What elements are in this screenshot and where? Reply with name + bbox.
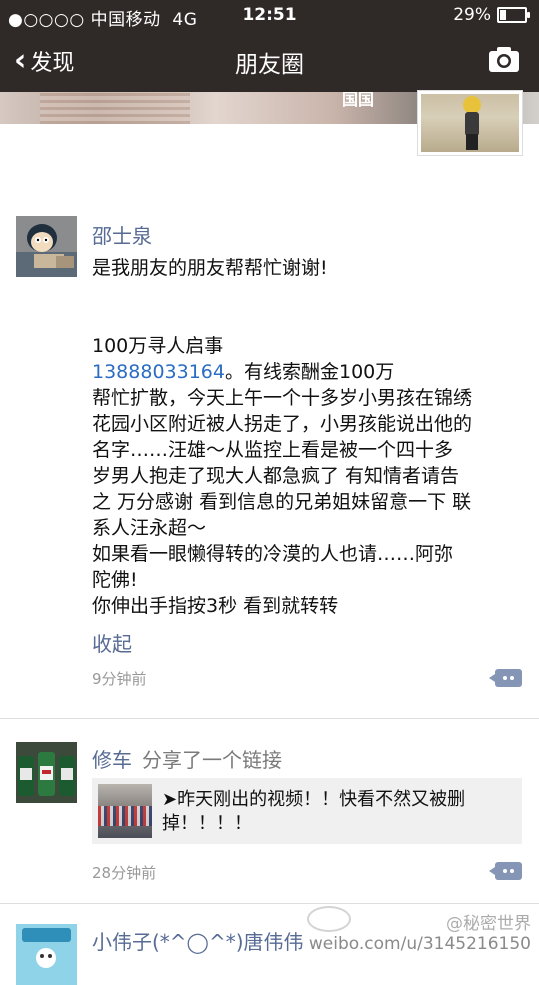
- link-thumbnail: [98, 784, 152, 838]
- status-bar: ●○○○○ 中国移动 4G 12:51 29%: [0, 0, 539, 30]
- comment-icon[interactable]: [489, 669, 522, 687]
- navigation-bar: ‹ 发现 朋友圈: [0, 30, 539, 92]
- profile-photo[interactable]: [417, 90, 523, 156]
- post-time: 28分钟前: [92, 864, 157, 882]
- post-divider: [0, 903, 539, 904]
- post-text: 是我朋友的朋友帮帮忙谢谢! 100万寻人启事 13888033164。有线索酬金…: [92, 257, 473, 617]
- watermark-name: @秘密世界: [446, 914, 531, 934]
- page-title: 朋友圈: [235, 52, 304, 78]
- battery-icon: [497, 7, 530, 23]
- post-author[interactable]: 邵士泉: [92, 220, 152, 249]
- post-divider: [0, 718, 539, 719]
- avatar[interactable]: [16, 924, 77, 985]
- post-author[interactable]: 小伟子(*^◯^*)唐伟伟: [92, 926, 304, 955]
- link-title: ➤昨天刚出的视频！！快看不然又被删 掉！！！！: [162, 789, 466, 834]
- battery-indicator: 29%: [453, 5, 530, 25]
- watermark-url: weibo.com/u/3145216150: [308, 934, 531, 954]
- watermark: @秘密世界 weibo.com/u/3145216150: [306, 906, 531, 954]
- phone-link[interactable]: 13888033164: [92, 361, 225, 383]
- collapse-button[interactable]: 收起: [92, 628, 132, 657]
- camera-icon[interactable]: [487, 44, 521, 74]
- comment-icon[interactable]: [489, 862, 522, 880]
- post-time: 9分钟前: [92, 670, 147, 688]
- author-name[interactable]: 修车: [92, 748, 132, 772]
- avatar[interactable]: [16, 216, 77, 277]
- shared-link-card[interactable]: ➤昨天刚出的视频！！快看不然又被删 掉！！！！: [92, 778, 522, 844]
- cover-nickname: 国国: [342, 92, 375, 109]
- battery-percent: 29%: [453, 5, 491, 25]
- avatar[interactable]: [16, 742, 77, 803]
- post-author: 修车 分享了一个链接: [92, 744, 282, 773]
- share-action-label: 分享了一个链接: [142, 748, 282, 772]
